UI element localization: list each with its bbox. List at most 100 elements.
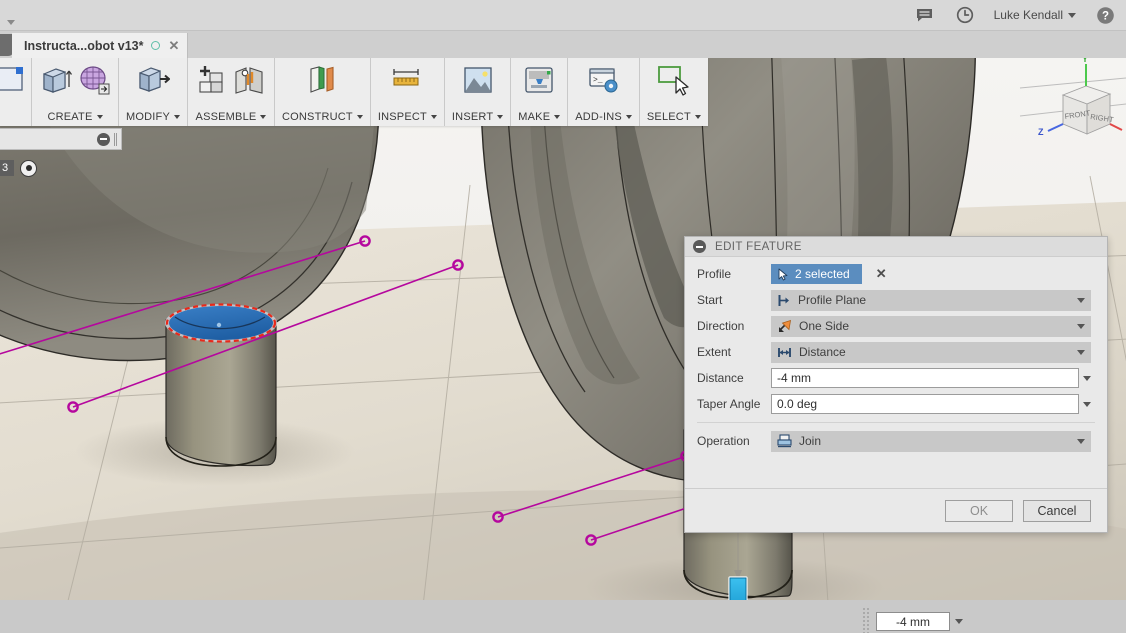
operation-value: Join xyxy=(799,434,822,448)
dialog-row-profile: Profile 2 selected ✕ xyxy=(685,261,1107,287)
document-tab-label: Instructa...obot v13* xyxy=(24,38,144,53)
ribbon-toolbar: CREATE MODIFY ASSEMBLE CONSTRUCT INSPECT… xyxy=(0,58,708,126)
ribbon-label-modify: MODIFY xyxy=(126,111,180,123)
ribbon-label-construct: CONSTRUCT xyxy=(282,111,363,123)
extent-dropdown[interactable]: Distance xyxy=(771,341,1091,363)
ribbon-label-sketch xyxy=(11,111,14,123)
tab-bar: Instructa...obot v13* ✕ xyxy=(0,31,1126,58)
join-icon xyxy=(777,434,792,448)
ribbon-group-addins[interactable]: >_ ADD-INS xyxy=(568,58,640,126)
dialog-row-start: Start Profile Plane xyxy=(685,287,1107,313)
distance-input[interactable] xyxy=(771,368,1079,388)
ribbon-group-sketch[interactable] xyxy=(0,58,32,126)
joint-icon xyxy=(235,67,263,94)
chevron-down-icon xyxy=(1077,323,1085,329)
new-component-icon xyxy=(199,66,223,93)
profile-selection-chip[interactable]: 2 selected xyxy=(771,264,862,284)
timeline-marker[interactable]: 3 xyxy=(0,158,38,178)
taper-angle-input[interactable] xyxy=(771,394,1079,414)
ribbon-label-make: MAKE xyxy=(518,111,561,123)
svg-text:>_: >_ xyxy=(593,76,603,85)
dialog-collapse-icon[interactable] xyxy=(693,240,706,253)
ribbon-group-make[interactable]: MAKE xyxy=(511,58,569,126)
ribbon-group-inspect[interactable]: INSPECT xyxy=(371,58,445,126)
clear-selection-icon[interactable]: ✕ xyxy=(876,266,887,282)
close-icon[interactable]: ✕ xyxy=(168,39,179,52)
ribbon-group-select[interactable]: SELECT xyxy=(640,58,708,126)
svg-text:?: ? xyxy=(1101,10,1108,22)
dialog-row-taper-angle: Taper Angle xyxy=(685,391,1107,417)
canvas-distance-expand-icon[interactable] xyxy=(955,619,963,624)
timeline-marker-icon[interactable] xyxy=(20,159,38,177)
taper-expand-icon[interactable] xyxy=(1083,401,1091,407)
model-boss-left xyxy=(165,303,277,467)
direction-dropdown[interactable]: One Side xyxy=(771,315,1091,337)
user-name-label: Luke Kendall xyxy=(993,8,1063,22)
label-start: Start xyxy=(697,293,723,307)
cursor-arrow-icon xyxy=(778,268,788,280)
ribbon-group-modify[interactable]: MODIFY xyxy=(119,58,188,126)
history-clock-icon[interactable] xyxy=(954,4,976,26)
fusion-window: FRONT RIGHT Y Z Luke Kendall ? Instructa… xyxy=(0,0,1126,633)
dialog-footer: OK Cancel xyxy=(685,488,1107,532)
dialog-title: EDIT FEATURE xyxy=(715,240,802,253)
dialog-spacer xyxy=(685,454,1107,488)
ribbon-label-select: SELECT xyxy=(647,111,701,123)
edit-feature-dialog[interactable]: EDIT FEATURE Profile 2 selected ✕ Start xyxy=(684,236,1108,533)
help-icon[interactable]: ? xyxy=(1094,4,1116,26)
ribbon-group-construct[interactable]: CONSTRUCT xyxy=(275,58,371,126)
chevron-down-icon xyxy=(1077,349,1085,355)
value-box-grip[interactable] xyxy=(862,607,869,633)
press-pull-icon xyxy=(139,67,170,92)
start-value: Profile Plane xyxy=(798,293,867,307)
scripts-addins-icon: >_ xyxy=(588,68,618,93)
ribbon-label-insert: INSERT xyxy=(452,111,504,123)
browser-panel-strip[interactable] xyxy=(0,128,122,150)
measure-icon xyxy=(393,69,420,86)
dialog-row-distance: Distance xyxy=(685,365,1107,391)
canvas-distance-value-box[interactable] xyxy=(876,612,963,631)
svg-text:Z: Z xyxy=(1038,127,1044,137)
ribbon-label-create: CREATE xyxy=(47,111,103,123)
select-window-icon xyxy=(657,66,689,96)
ribbon-group-assemble[interactable]: ASSEMBLE xyxy=(188,58,275,126)
menu-caret-icon[interactable] xyxy=(0,0,22,31)
create-form-icon xyxy=(80,66,110,95)
dialog-row-direction: Direction One Side xyxy=(685,313,1107,339)
label-extent: Extent xyxy=(697,345,732,359)
ribbon-label-addins: ADD-INS xyxy=(575,111,632,123)
ribbon-group-insert[interactable]: INSERT xyxy=(445,58,512,126)
label-profile: Profile xyxy=(697,267,732,281)
offset-plane-icon xyxy=(310,66,334,93)
extrude-icon xyxy=(43,68,73,93)
user-menu[interactable]: Luke Kendall xyxy=(994,8,1076,22)
timeline-marker-number: 3 xyxy=(0,160,15,176)
document-tab[interactable]: Instructa...obot v13* ✕ xyxy=(12,33,189,58)
dialog-header[interactable]: EDIT FEATURE xyxy=(685,237,1107,257)
dialog-row-extent: Extent Distance xyxy=(685,339,1107,365)
3d-print-icon xyxy=(525,67,553,93)
comment-icon[interactable] xyxy=(914,4,936,26)
extent-value: Distance xyxy=(799,345,846,359)
cancel-button[interactable]: Cancel xyxy=(1023,499,1091,522)
profile-plane-icon xyxy=(778,294,789,306)
direction-value: One Side xyxy=(799,319,850,333)
label-operation: Operation xyxy=(697,434,750,448)
start-dropdown[interactable]: Profile Plane xyxy=(771,289,1091,311)
ribbon-group-create[interactable]: CREATE xyxy=(32,58,119,126)
top-bar: Luke Kendall ? xyxy=(0,0,1126,31)
ribbon-label-inspect: INSPECT xyxy=(378,111,437,123)
chevron-down-icon xyxy=(1077,297,1085,303)
distance-icon xyxy=(778,347,791,357)
operation-dropdown[interactable]: Join xyxy=(771,430,1091,452)
canvas-distance-input[interactable] xyxy=(876,612,950,631)
ok-button[interactable]: OK xyxy=(945,499,1013,522)
distance-expand-icon[interactable] xyxy=(1083,375,1091,381)
profile-selection-count: 2 selected xyxy=(795,267,850,281)
create-sketch-icon xyxy=(0,67,23,91)
one-side-icon xyxy=(779,319,792,332)
unsaved-indicator-icon xyxy=(151,41,161,50)
panel-resize-grip[interactable] xyxy=(114,132,117,146)
ribbon-label-assemble: ASSEMBLE xyxy=(196,111,267,123)
collapse-icon[interactable] xyxy=(97,132,110,146)
